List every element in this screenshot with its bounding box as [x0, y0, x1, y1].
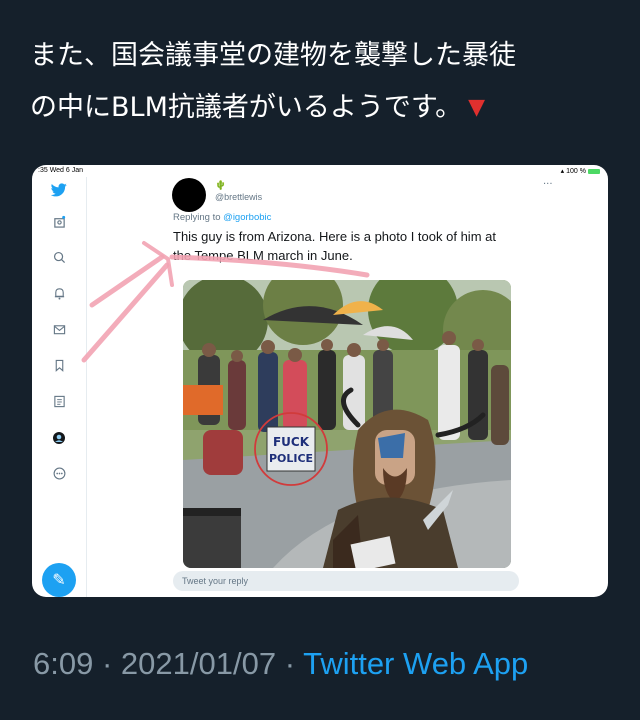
twitter-logo-icon[interactable]	[49, 183, 69, 203]
tweet-date: 2021/01/07	[120, 646, 277, 681]
replying-to: Replying to @igorbobic	[173, 212, 272, 223]
tweet-text-line2: の中にBLM抗議者がいるようです。	[30, 92, 463, 123]
more-options-icon[interactable]: ···	[543, 179, 553, 190]
tweet-detail: 🌵 @brettlewis ··· Replying to @igorbobic…	[87, 177, 608, 597]
profile-icon[interactable]	[49, 431, 69, 451]
more-circle-icon[interactable]	[49, 467, 69, 487]
sidebar: ✎	[32, 177, 87, 597]
tweet-photo[interactable]: FUCK POLICE	[183, 280, 511, 568]
cactus-icon: 🌵	[215, 181, 227, 191]
tweet-text: また、国会議事堂の建物を襲撃した暴徒 の中にBLM抗議者がいるようです。 ▼	[30, 30, 620, 134]
tweet-source-link[interactable]: Twitter Web App	[303, 646, 528, 681]
list-icon[interactable]	[49, 395, 69, 415]
status-battery: ▴ 100 %	[561, 167, 600, 175]
status-bar: :35 Wed 6 Jan ▴ 100 %	[32, 165, 608, 177]
search-icon[interactable]	[49, 251, 69, 271]
tweet-time: 6:09	[33, 646, 94, 681]
home-icon[interactable]	[49, 215, 69, 235]
status-time: :35 Wed 6 Jan	[38, 167, 84, 174]
meta-separator: ·	[101, 646, 113, 681]
user-handle[interactable]: @brettlewis	[215, 192, 262, 202]
replying-to-mention[interactable]: @igorbobic	[223, 212, 271, 223]
bookmark-icon[interactable]	[49, 359, 69, 379]
compose-button[interactable]: ✎	[42, 563, 76, 597]
reply-input[interactable]: Tweet your reply	[173, 571, 519, 591]
sign-text-line2: POLICE	[269, 452, 313, 465]
bell-icon[interactable]	[49, 287, 69, 307]
embedded-screenshot[interactable]: :35 Wed 6 Jan ▴ 100 % ✎ 🌵 @brettlewis ··…	[32, 165, 608, 597]
feather-icon: ✎	[52, 570, 66, 589]
red-down-triangle-icon: ▼	[468, 95, 486, 120]
tweet-meta: 6:09 · 2021/01/07 · Twitter Web App	[33, 646, 528, 682]
avatar[interactable]	[172, 178, 206, 212]
sign-text-line1: FUCK	[273, 435, 310, 449]
reply-text: This guy is from Arizona. Here is a phot…	[173, 229, 496, 263]
tweet-text-line1: また、国会議事堂の建物を襲撃した暴徒	[30, 40, 516, 71]
mail-icon[interactable]	[49, 323, 69, 343]
meta-separator: ·	[284, 646, 296, 681]
